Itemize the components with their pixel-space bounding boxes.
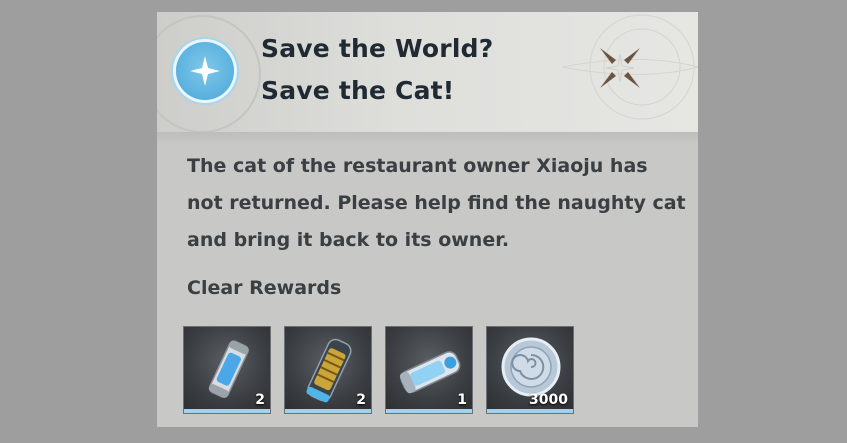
quest-title-line2: Save the Cat! [261,76,455,105]
quest-compass-icon [176,42,234,100]
reward-item-energy-cylinder[interactable]: 1 [385,326,473,414]
reward-quantity: 2 [255,392,265,408]
four-point-star-emblem-icon [600,48,640,88]
rarity-bar [184,409,270,413]
rewards-list: 2 2 1 3000 [183,326,574,414]
quest-panel: Save the World? Save the Cat! The cat of… [157,12,698,427]
reward-item-coin[interactable]: 3000 [486,326,574,414]
quest-header: Save the World? Save the Cat! [157,12,698,132]
rarity-bar [285,409,371,413]
reward-quantity: 3000 [529,392,568,408]
reward-quantity: 2 [356,392,366,408]
quest-title: Save the World? Save the Cat! [261,28,561,112]
reward-item-coil-capsule[interactable]: 2 [284,326,372,414]
quest-title-line1: Save the World? [261,34,494,63]
rewards-label: Clear Rewards [187,277,342,299]
reward-item-canister[interactable]: 2 [183,326,271,414]
rarity-bar [386,409,472,413]
quest-description: The cat of the restaurant owner Xiaoju h… [187,155,686,251]
reward-quantity: 1 [457,392,467,408]
header-divider [157,132,698,144]
rarity-bar [487,409,573,413]
